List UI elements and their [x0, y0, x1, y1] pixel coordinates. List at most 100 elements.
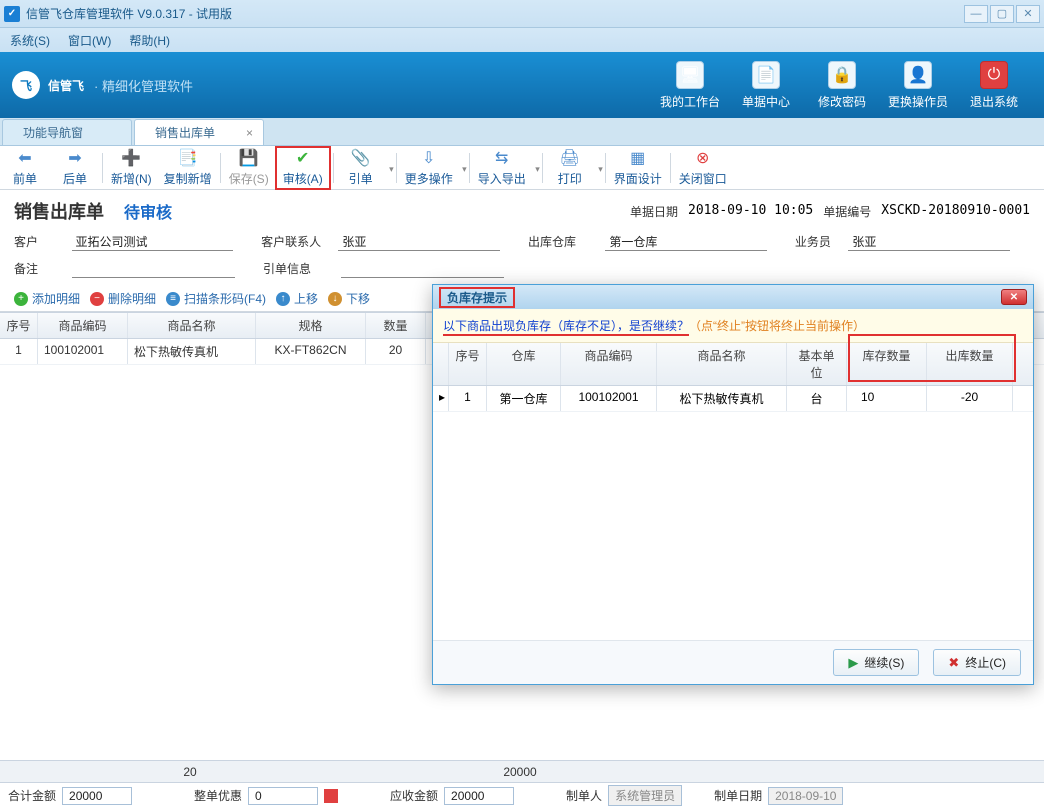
form-row-1: 客户 客户联系人 出库仓库 业务员 — [0, 228, 1044, 255]
change-password-button[interactable]: 🔒修改密码 — [804, 61, 880, 110]
document-center-button[interactable]: 📄单据中心 — [728, 61, 804, 110]
menu-system[interactable]: 系统(S) — [10, 32, 50, 49]
minus-icon: − — [90, 292, 104, 306]
abort-button[interactable]: ✖终止(C) — [933, 649, 1021, 676]
dialog-title: 负库存提示 — [439, 287, 515, 308]
chevron-down-icon: ▾ — [389, 164, 394, 175]
copy-add-button[interactable]: 📑复制新增 — [158, 146, 218, 190]
tab-navigation[interactable]: 功能导航窗 — [2, 119, 132, 145]
dialog-grid-header: 序号 仓库 商品编码 商品名称 基本单位 库存数量 出库数量 — [433, 343, 1033, 386]
receivable-field[interactable]: 20000 — [444, 787, 514, 805]
dialog-message: 以下商品出现负库存（库存不足），是否继续？（点“终止”按钮将终止当前操作） — [433, 309, 1033, 343]
footer-summary: 20 20000 — [0, 760, 1044, 782]
date-value: 2018-09-10 10:05 — [688, 203, 813, 219]
print-button[interactable]: 🖨打印▾ — [545, 146, 595, 190]
menu-help[interactable]: 帮助(H) — [129, 32, 170, 49]
logo: 飞 信管飞 · 精细化管理软件 — [12, 71, 193, 99]
chevron-down-icon: ▾ — [535, 164, 540, 175]
creator-label: 制单人 — [566, 787, 602, 804]
copy-icon: 📑 — [178, 148, 198, 168]
date-label: 单据日期 — [630, 203, 678, 220]
continue-button[interactable]: ▶继续(S) — [833, 649, 919, 676]
customer-label: 客户 — [14, 233, 64, 250]
move-down-button[interactable]: ↓下移 — [328, 290, 370, 307]
reference-doc-button[interactable]: 📎引单▾ — [336, 146, 386, 190]
move-up-button[interactable]: ↑上移 — [276, 290, 318, 307]
salesperson-field[interactable] — [848, 232, 1010, 251]
app-icon: ✓ — [4, 6, 20, 22]
more-button[interactable]: ⇩更多操作▾ — [399, 146, 459, 190]
barcode-icon: ≡ — [166, 292, 180, 306]
monitor-icon: 🖥 — [676, 61, 704, 89]
plus-icon: ➕ — [121, 148, 141, 168]
receivable-label: 应收金额 — [390, 787, 438, 804]
col-idx: 序号 — [0, 313, 38, 338]
warehouse-field[interactable] — [605, 232, 767, 251]
exit-button[interactable]: ⏻退出系统 — [956, 61, 1032, 110]
edit-icon[interactable] — [324, 789, 338, 803]
menubar: 系统(S) 窗口(W) 帮助(H) — [0, 28, 1044, 52]
remark-field[interactable] — [72, 259, 235, 278]
add-button[interactable]: ➕新增(N) — [105, 146, 158, 190]
brand-subtitle: · 精细化管理软件 — [94, 76, 193, 95]
titlebar: ✓ 信管飞仓库管理软件 V9.0.317 - 试用版 — ▢ ✕ — [0, 0, 1044, 28]
plus-icon: + — [14, 292, 28, 306]
warehouse-label: 出库仓库 — [528, 233, 597, 250]
refinfo-label: 引单信息 — [263, 260, 333, 277]
docno-label: 单据编号 — [823, 203, 871, 220]
workbench-button[interactable]: 🖥我的工作台 — [652, 61, 728, 110]
print-icon: 🖨 — [560, 148, 580, 168]
save-button[interactable]: 💾保存(S) — [223, 146, 275, 190]
contact-field[interactable] — [338, 232, 500, 251]
link-icon: 📎 — [351, 148, 371, 168]
prev-button[interactable]: ⬅前单 — [0, 146, 50, 190]
discount-field[interactable]: 0 — [248, 787, 318, 805]
maximize-button[interactable]: ▢ — [990, 5, 1014, 23]
customer-field[interactable] — [72, 232, 234, 251]
more-icon: ⇩ — [422, 148, 435, 168]
toolbar: ⬅前单 ➡后单 ➕新增(N) 📑复制新增 💾保存(S) ✔审核(A) 📎引单▾ … — [0, 146, 1044, 190]
add-line-button[interactable]: +添加明细 — [14, 290, 80, 307]
arrow-left-icon: ⬅ — [18, 148, 31, 168]
tab-sales-outbound[interactable]: 销售出库单× — [134, 119, 264, 145]
close-window-icon: ⊗ — [696, 148, 709, 168]
layout-button[interactable]: ▦界面设计 — [608, 146, 668, 190]
power-icon: ⏻ — [980, 61, 1008, 89]
row-marker-icon: ▸ — [433, 386, 449, 411]
window-title: 信管飞仓库管理软件 V9.0.317 - 试用版 — [26, 5, 964, 22]
creator-field: 系统管理员 — [608, 785, 682, 806]
chevron-down-icon: ▾ — [598, 164, 603, 175]
col-name: 商品名称 — [128, 313, 256, 338]
brand-text: 信管飞 — [48, 77, 84, 94]
col-qty: 数量 — [366, 313, 426, 338]
total-field[interactable]: 20000 — [62, 787, 132, 805]
minimize-button[interactable]: — — [964, 5, 988, 23]
audit-button[interactable]: ✔审核(A) — [275, 146, 331, 190]
contact-label: 客户联系人 — [261, 233, 330, 250]
col-spec: 规格 — [256, 313, 366, 338]
scan-barcode-button[interactable]: ≡扫描条形码(F4) — [166, 290, 266, 307]
user-icon: 👤 — [904, 61, 932, 89]
negative-stock-dialog: 负库存提示 ✕ 以下商品出现负库存（库存不足），是否继续？（点“终止”按钮将终止… — [432, 284, 1034, 685]
switch-user-button[interactable]: 👤更换操作员 — [880, 61, 956, 110]
menu-window[interactable]: 窗口(W) — [68, 32, 111, 49]
close-button[interactable]: ✕ — [1016, 5, 1040, 23]
sum-amount: 20000 — [380, 765, 660, 779]
remark-label: 备注 — [14, 260, 64, 277]
dialog-footer: ▶继续(S) ✖终止(C) — [433, 640, 1033, 684]
refinfo-field[interactable] — [341, 259, 504, 278]
header-banner: 飞 信管飞 · 精细化管理软件 🖥我的工作台 📄单据中心 🔒修改密码 👤更换操作… — [0, 52, 1044, 118]
import-export-button[interactable]: ⇆导入导出▾ — [472, 146, 532, 190]
dialog-close-button[interactable]: ✕ — [1001, 289, 1027, 305]
dialog-table-row[interactable]: ▸ 1 第一仓库 100102001 松下热敏传真机 台 10 -20 — [433, 386, 1033, 412]
close-icon[interactable]: × — [246, 126, 253, 140]
stop-icon: ✖ — [948, 655, 959, 671]
lock-icon: 🔒 — [828, 61, 856, 89]
close-tab-button[interactable]: ⊗关闭窗口 — [673, 146, 733, 190]
next-button[interactable]: ➡后单 — [50, 146, 100, 190]
create-date-field: 2018-09-10 — [768, 787, 843, 805]
save-icon: 💾 — [239, 148, 259, 168]
delete-line-button[interactable]: −删除明细 — [90, 290, 156, 307]
arrow-right-icon: ➡ — [68, 148, 81, 168]
arrow-down-icon: ↓ — [328, 292, 342, 306]
